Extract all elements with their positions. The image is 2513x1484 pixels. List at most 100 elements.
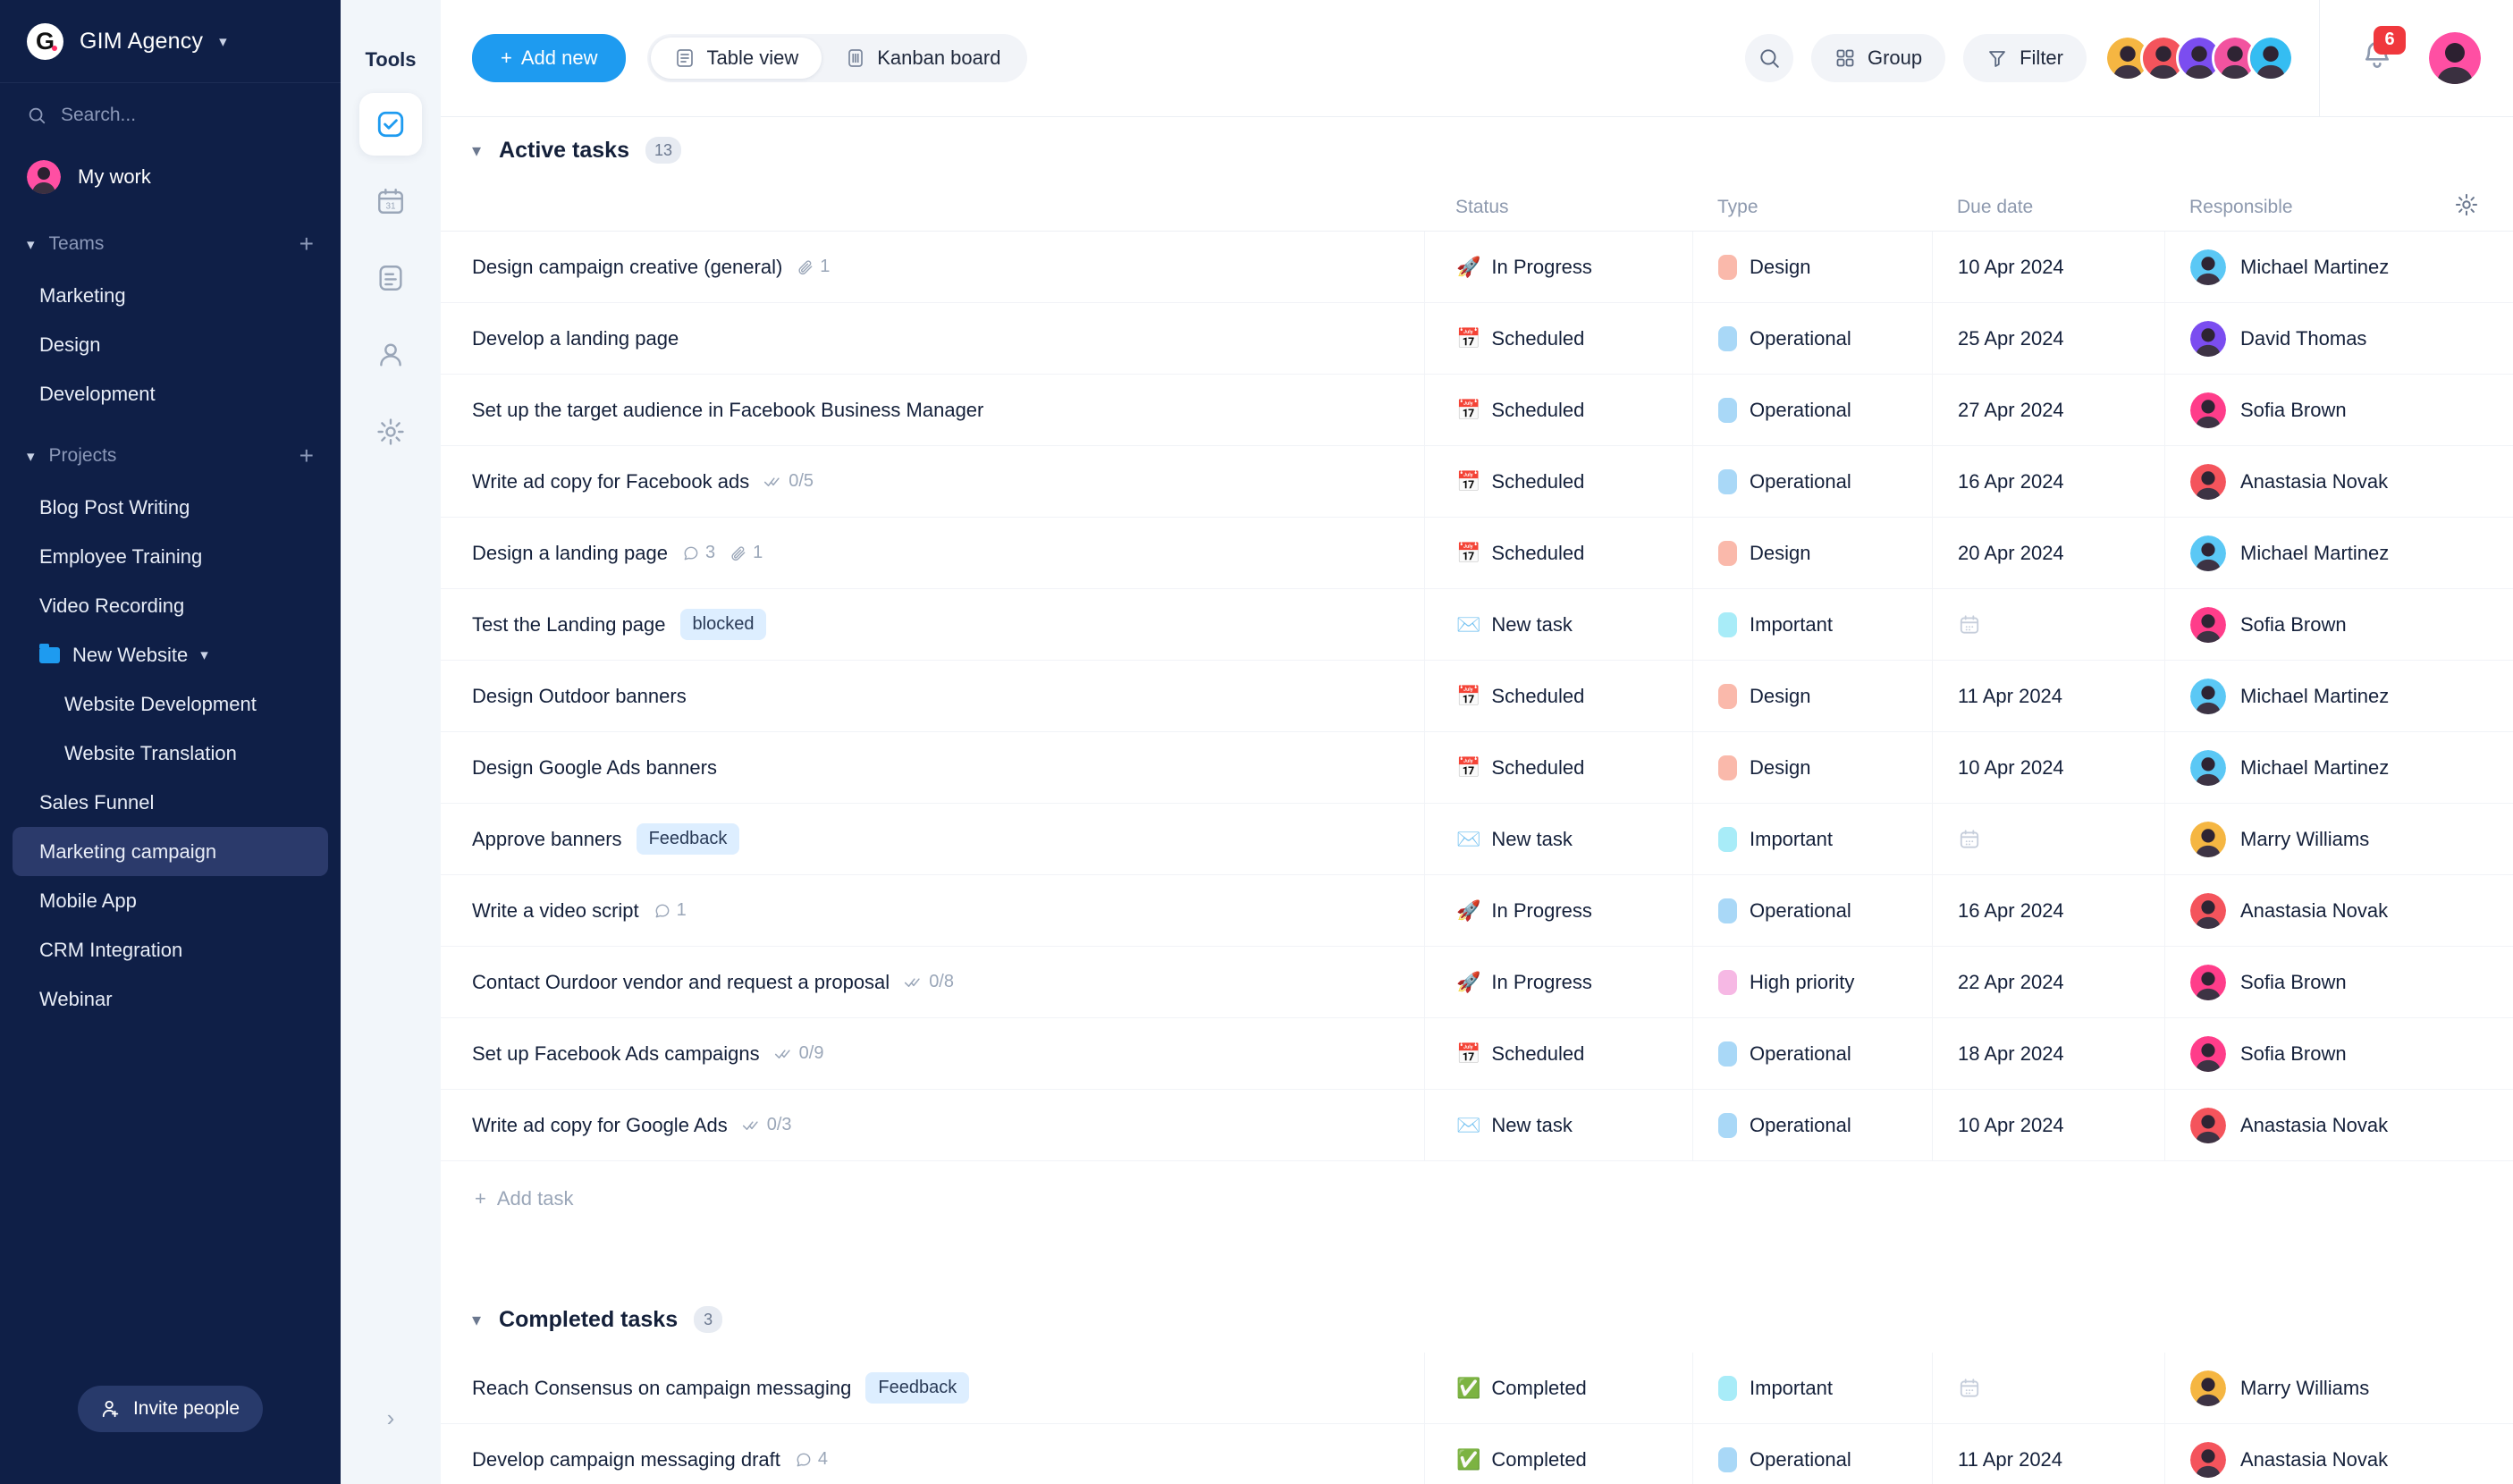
task-status-cell[interactable]: 🚀 In Progress	[1424, 947, 1692, 1017]
task-name-cell[interactable]: Design Google Ads banners	[441, 732, 1424, 803]
task-type-cell[interactable]: Operational	[1692, 375, 1932, 445]
task-type-cell[interactable]: Operational	[1692, 303, 1932, 374]
task-name-cell[interactable]: Reach Consensus on campaign messaging Fee…	[441, 1353, 1424, 1423]
table-row[interactable]: Develop a landing page 📅 Scheduled Operatio…	[441, 303, 2513, 375]
task-type-cell[interactable]: Important	[1692, 804, 1932, 874]
task-status-cell[interactable]: 📅 Scheduled	[1424, 303, 1692, 374]
task-due-cell[interactable]: 18 Apr 2024	[1932, 1018, 2164, 1089]
task-due-cell[interactable]: 10 Apr 2024	[1932, 732, 2164, 803]
filter-button[interactable]: Filter	[1963, 34, 2087, 82]
task-group-header[interactable]: ▾ Completed tasks 3	[441, 1286, 2513, 1353]
table-row[interactable]: Write ad copy for Google Ads 0/3 ✉️ New tas…	[441, 1090, 2513, 1161]
task-type-cell[interactable]: Operational	[1692, 446, 1932, 517]
sidebar-project-item[interactable]: Webinar	[13, 974, 328, 1024]
sidebar-section-projects[interactable]: ▾ Projects +	[0, 429, 341, 483]
table-row[interactable]: Design Outdoor banners 📅 Scheduled Design 11…	[441, 661, 2513, 732]
sidebar-project-item[interactable]: Blog Post Writing	[13, 483, 328, 532]
task-due-cell[interactable]: 25 Apr 2024	[1932, 303, 2164, 374]
task-name-cell[interactable]: Write a video script 1	[441, 875, 1424, 946]
tool-people-button[interactable]	[359, 324, 422, 386]
task-tag[interactable]: blocked	[679, 609, 767, 640]
task-due-cell[interactable]: 10 Apr 2024	[1932, 232, 2164, 302]
task-name-cell[interactable]: Approve banners Feedback	[441, 804, 1424, 874]
column-header-responsible[interactable]: Responsible	[2164, 192, 2513, 223]
table-row[interactable]: Design a landing page 3 1 📅 Scheduled Design 2…	[441, 518, 2513, 589]
task-status-cell[interactable]: 🚀 In Progress	[1424, 875, 1692, 946]
tab-kanban-board[interactable]: Kanban board	[822, 38, 1024, 79]
task-responsible-cell[interactable]: Michael Martinez	[2164, 518, 2513, 588]
task-responsible-cell[interactable]: Sofia Brown	[2164, 947, 2513, 1017]
add-task-button[interactable]: + Add task	[441, 1161, 2513, 1236]
task-due-cell[interactable]: 20 Apr 2024	[1932, 518, 2164, 588]
task-due-cell[interactable]: 22 Apr 2024	[1932, 947, 2164, 1017]
task-name-cell[interactable]: Design Outdoor banners	[441, 661, 1424, 731]
task-responsible-cell[interactable]: Anastasia Novak	[2164, 1090, 2513, 1160]
task-name-cell[interactable]: Write ad copy for Google Ads 0/3	[441, 1090, 1424, 1160]
table-row[interactable]: Set up the target audience in Facebook B…	[441, 375, 2513, 446]
task-name-cell[interactable]: Test the Landing page blocked	[441, 589, 1424, 660]
task-responsible-cell[interactable]: Sofia Brown	[2164, 1018, 2513, 1089]
sidebar-project-item[interactable]: Marketing campaign	[13, 827, 328, 876]
task-due-cell[interactable]	[1932, 1353, 2164, 1423]
task-responsible-cell[interactable]: Michael Martinez	[2164, 232, 2513, 302]
table-row[interactable]: Approve banners Feedback ✉️ New task Importa…	[441, 804, 2513, 875]
sidebar-project-item[interactable]: Employee Training	[13, 532, 328, 581]
column-header-due-date[interactable]: Due date	[1932, 197, 2164, 218]
task-type-cell[interactable]: Important	[1692, 589, 1932, 660]
task-type-cell[interactable]: Operational	[1692, 1018, 1932, 1089]
task-type-cell[interactable]: Important	[1692, 1353, 1932, 1423]
task-status-cell[interactable]: 📅 Scheduled	[1424, 732, 1692, 803]
task-responsible-cell[interactable]: Anastasia Novak	[2164, 446, 2513, 517]
task-name-cell[interactable]: Set up the target audience in Facebook B…	[441, 375, 1424, 445]
sidebar-project-item[interactable]: Website Development	[13, 679, 328, 729]
org-switcher[interactable]: G GIM Agency ▾	[0, 0, 341, 83]
sidebar-project-item[interactable]: Sales Funnel	[13, 778, 328, 827]
expand-rail-button[interactable]: ›	[387, 1404, 395, 1432]
table-row[interactable]: Design campaign creative (general) 1 🚀 In P…	[441, 232, 2513, 303]
invite-people-button[interactable]: Invite people	[77, 1386, 264, 1432]
add-team-button[interactable]: +	[299, 232, 314, 257]
table-settings-button[interactable]	[2454, 192, 2513, 223]
task-type-cell[interactable]: Operational	[1692, 875, 1932, 946]
column-header-status[interactable]: Status	[1424, 197, 1692, 218]
task-status-cell[interactable]: 📅 Scheduled	[1424, 446, 1692, 517]
sidebar-project-item[interactable]: Video Recording	[13, 581, 328, 630]
task-responsible-cell[interactable]: Sofia Brown	[2164, 375, 2513, 445]
task-due-cell[interactable]: 10 Apr 2024	[1932, 1090, 2164, 1160]
tool-tasks-button[interactable]	[359, 93, 422, 156]
sidebar-project-item[interactable]: New Website ▾	[13, 630, 328, 679]
sidebar-team-item[interactable]: Marketing	[13, 271, 328, 320]
member-avatar-stack[interactable]	[2104, 35, 2294, 81]
task-responsible-cell[interactable]: Michael Martinez	[2164, 732, 2513, 803]
task-name-cell[interactable]: Write ad copy for Facebook ads 0/5	[441, 446, 1424, 517]
table-row[interactable]: Contact Ourdoor vendor and request a pro…	[441, 947, 2513, 1018]
task-status-cell[interactable]: 📅 Scheduled	[1424, 375, 1692, 445]
task-type-cell[interactable]: Design	[1692, 232, 1932, 302]
task-type-cell[interactable]: Design	[1692, 518, 1932, 588]
task-due-cell[interactable]	[1932, 589, 2164, 660]
task-due-cell[interactable]: 27 Apr 2024	[1932, 375, 2164, 445]
task-type-cell[interactable]: Design	[1692, 661, 1932, 731]
task-name-cell[interactable]: Develop a landing page	[441, 303, 1424, 374]
column-header-type[interactable]: Type	[1692, 197, 1932, 218]
task-responsible-cell[interactable]: Marry Williams	[2164, 804, 2513, 874]
task-status-cell[interactable]: 📅 Scheduled	[1424, 661, 1692, 731]
sidebar-team-item[interactable]: Design	[13, 320, 328, 369]
user-avatar[interactable]	[2429, 32, 2481, 84]
task-responsible-cell[interactable]: Sofia Brown	[2164, 589, 2513, 660]
task-responsible-cell[interactable]: Anastasia Novak	[2164, 1424, 2513, 1484]
tool-settings-button[interactable]	[359, 401, 422, 463]
sidebar-section-teams[interactable]: ▾ Teams +	[0, 217, 341, 271]
task-status-cell[interactable]: ✅ Completed	[1424, 1353, 1692, 1423]
task-name-cell[interactable]: Design campaign creative (general) 1	[441, 232, 1424, 302]
task-type-cell[interactable]: Design	[1692, 732, 1932, 803]
sidebar-team-item[interactable]: Development	[13, 369, 328, 418]
table-row[interactable]: Design Google Ads banners 📅 Scheduled Desig…	[441, 732, 2513, 804]
task-responsible-cell[interactable]: David Thomas	[2164, 303, 2513, 374]
task-status-cell[interactable]: ✉️ New task	[1424, 804, 1692, 874]
task-responsible-cell[interactable]: Marry Williams	[2164, 1353, 2513, 1423]
task-due-cell[interactable]	[1932, 804, 2164, 874]
task-type-cell[interactable]: Operational	[1692, 1090, 1932, 1160]
notifications-button[interactable]: 6	[2359, 25, 2406, 79]
group-button[interactable]: Group	[1810, 34, 1946, 82]
